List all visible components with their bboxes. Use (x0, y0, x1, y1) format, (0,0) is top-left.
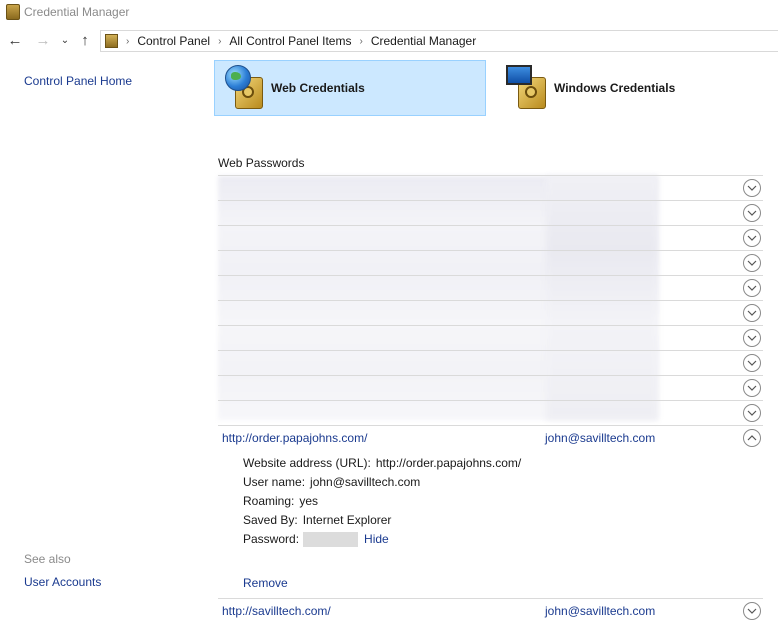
expand-chevron-icon[interactable] (743, 229, 761, 247)
up-arrow-icon[interactable]: ↑ (76, 32, 94, 50)
password-mask (303, 532, 359, 548)
detail-url-value: http://order.papajohns.com/ (375, 456, 522, 470)
remove-credential-link[interactable]: Remove (243, 576, 288, 590)
detail-url-label: Website address (URL): (243, 456, 371, 470)
user-accounts-link[interactable]: User Accounts (24, 575, 101, 589)
credential-row-redacted[interactable] (218, 175, 763, 200)
credential-manager-icon (6, 4, 20, 20)
window-title: Credential Manager (24, 5, 130, 19)
detail-saved-by: Saved By: Internet Explorer (243, 513, 391, 527)
web-credentials-vault-icon (221, 63, 267, 113)
expand-chevron-icon[interactable] (743, 179, 761, 197)
credential-row[interactable]: http://savilltech.com/ john@savilltech.c… (218, 598, 763, 623)
detail-username-value: john@savilltech.com (310, 475, 421, 489)
credential-details: Website address (URL): http://order.papaj… (218, 450, 763, 598)
expand-chevron-icon[interactable] (743, 304, 761, 322)
web-passwords-heading: Web Passwords (218, 156, 305, 170)
credential-row-redacted[interactable] (218, 400, 763, 425)
tab-web-credentials[interactable]: Web Credentials (214, 60, 486, 116)
detail-password-label: Password: (243, 532, 300, 546)
control-panel-icon (105, 34, 118, 48)
detail-username-label: User name: (243, 475, 306, 489)
credential-site: http://order.papajohns.com/ (222, 431, 368, 445)
credential-user: john@savilltech.com (545, 604, 656, 618)
credential-list: http://order.papajohns.com/ john@savillt… (218, 175, 763, 623)
credential-row-expanded[interactable]: http://order.papajohns.com/ john@savillt… (218, 425, 763, 450)
credential-site: http://savilltech.com/ (222, 604, 331, 618)
tab-windows-credentials-label: Windows Credentials (554, 81, 676, 95)
collapse-chevron-icon[interactable] (743, 429, 761, 447)
detail-roaming-label: Roaming: (243, 494, 295, 508)
recent-locations-chevron-icon[interactable]: ⌄ (56, 32, 74, 50)
breadcrumb-separator-icon[interactable]: › (126, 36, 129, 47)
expand-chevron-icon[interactable] (743, 404, 761, 422)
hide-password-link[interactable]: Hide (364, 532, 389, 546)
tab-web-credentials-label: Web Credentials (271, 81, 365, 95)
breadcrumb-control-panel[interactable]: Control Panel (137, 34, 210, 48)
expand-chevron-icon[interactable] (743, 602, 761, 620)
credential-row-redacted[interactable] (218, 350, 763, 375)
control-panel-home-link[interactable]: Control Panel Home (24, 74, 132, 88)
title-bar: Credential Manager (0, 0, 779, 24)
see-also-label: See also (24, 552, 71, 566)
detail-roaming: Roaming: yes (243, 494, 318, 508)
credential-row-redacted[interactable] (218, 200, 763, 225)
credential-user: john@savilltech.com (545, 431, 656, 445)
detail-username: User name: john@savilltech.com (243, 475, 420, 489)
expand-chevron-icon[interactable] (743, 329, 761, 347)
windows-credentials-vault-icon (504, 63, 550, 113)
credential-row-redacted[interactable] (218, 375, 763, 400)
credential-row-redacted[interactable] (218, 325, 763, 350)
credential-row-redacted[interactable] (218, 300, 763, 325)
credential-row-redacted[interactable] (218, 250, 763, 275)
breadcrumb-all-items[interactable]: All Control Panel Items (229, 34, 351, 48)
detail-roaming-value: yes (299, 494, 319, 508)
back-arrow-icon[interactable]: ← (6, 32, 24, 50)
detail-password: Password: Hide (243, 532, 389, 548)
detail-saved-by-value: Internet Explorer (302, 513, 392, 527)
expand-chevron-icon[interactable] (743, 354, 761, 372)
expand-chevron-icon[interactable] (743, 279, 761, 297)
expand-chevron-icon[interactable] (743, 379, 761, 397)
expand-chevron-icon[interactable] (743, 204, 761, 222)
tab-windows-credentials[interactable]: Windows Credentials (498, 60, 768, 116)
credential-row-redacted[interactable] (218, 225, 763, 250)
address-bar-row: ← → ⌄ ↑ › Control Panel › All Control Pa… (0, 28, 779, 56)
detail-url: Website address (URL): http://order.papaj… (243, 456, 521, 470)
breadcrumb-credential-manager[interactable]: Credential Manager (371, 34, 476, 48)
credential-row-redacted[interactable] (218, 275, 763, 300)
breadcrumb-separator-icon[interactable]: › (218, 36, 221, 47)
detail-saved-by-label: Saved By: (243, 513, 298, 527)
expand-chevron-icon[interactable] (743, 254, 761, 272)
blurred-rows (218, 175, 763, 425)
address-field[interactable]: › Control Panel › All Control Panel Item… (100, 30, 778, 52)
forward-arrow-icon[interactable]: → (34, 32, 52, 50)
breadcrumb-separator-icon[interactable]: › (359, 36, 362, 47)
